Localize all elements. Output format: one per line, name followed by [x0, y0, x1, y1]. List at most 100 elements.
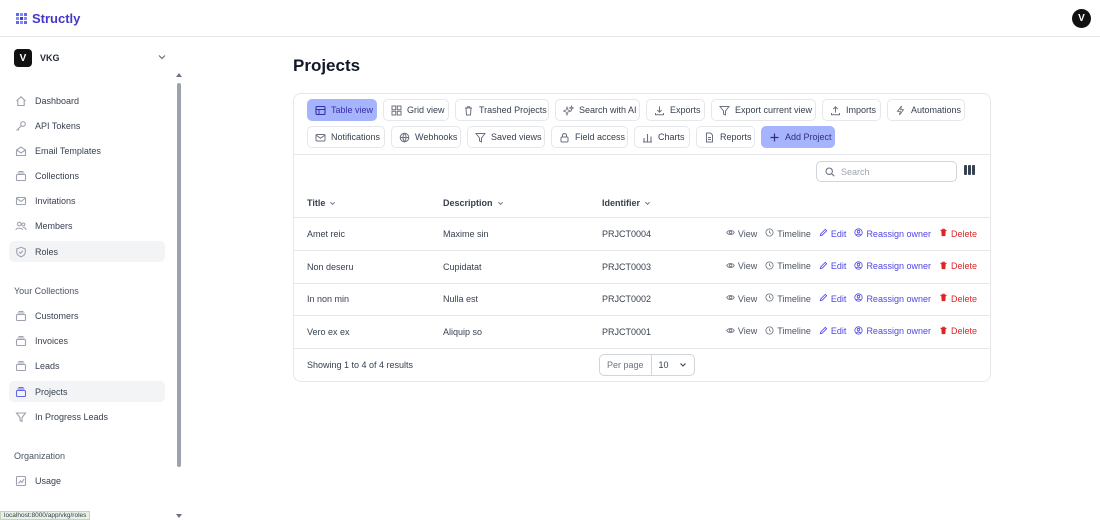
timeline-action[interactable]: Timeline — [765, 261, 811, 272]
reassign-owner-action[interactable]: Reassign owner — [854, 326, 931, 337]
sidebar-item-label: Invoices — [35, 335, 69, 346]
column-header-description[interactable]: Description — [443, 198, 504, 208]
reassign-owner-action[interactable]: Reassign owner — [854, 228, 931, 239]
team-avatar: V — [14, 49, 32, 67]
view-action[interactable]: View — [726, 326, 757, 337]
action-label: Timeline — [777, 293, 811, 304]
view-action[interactable]: View — [726, 261, 757, 272]
per-page-value-select[interactable]: 10 — [652, 355, 694, 375]
automations-button[interactable]: Automations — [887, 99, 965, 121]
edit-action[interactable]: Edit — [819, 261, 846, 272]
per-page-value: 10 — [658, 360, 669, 370]
button-label: Add Project — [785, 132, 832, 142]
search-box[interactable] — [816, 161, 957, 182]
cell-identifier: PRJCT0003 — [602, 261, 652, 272]
sidebar-item-api-tokens[interactable]: API Tokens — [9, 115, 165, 136]
field-access-button[interactable]: Field access — [551, 126, 628, 148]
timeline-action[interactable]: Timeline — [765, 228, 811, 239]
scroll-thumb[interactable] — [177, 83, 181, 467]
scroll-up-arrow[interactable] — [176, 73, 182, 77]
bar-chart-icon — [643, 133, 652, 143]
grid-view-button[interactable]: Grid view — [383, 99, 449, 121]
column-header-title[interactable]: Title — [307, 198, 336, 208]
search-with-ai-button[interactable]: Search with AI — [555, 99, 640, 121]
timeline-action[interactable]: Timeline — [765, 293, 811, 304]
eye-icon — [726, 228, 735, 239]
per-page-label: Per page — [600, 355, 652, 375]
button-label: Trashed Projects — [479, 105, 547, 115]
sidebar-item-label: API Tokens — [35, 120, 81, 131]
imports-button[interactable]: Imports — [822, 99, 881, 121]
sidebar-item-email-templates[interactable]: Email Templates — [9, 140, 165, 161]
sidebar-item-roles[interactable]: Roles — [9, 241, 165, 262]
sidebar-item-leads[interactable]: Leads — [9, 355, 165, 376]
collection-icon — [15, 386, 27, 398]
sidebar-item-projects[interactable]: Projects — [9, 381, 165, 402]
sidebar-item-label: Invitations — [35, 195, 76, 206]
webhooks-button[interactable]: Webhooks — [391, 126, 461, 148]
view-action[interactable]: View — [726, 228, 757, 239]
app-logo[interactable]: Structly — [16, 11, 80, 26]
view-action[interactable]: View — [726, 293, 757, 304]
edit-action[interactable]: Edit — [819, 228, 846, 239]
notifications-button[interactable]: Notifications — [307, 126, 385, 148]
clock-icon — [765, 228, 774, 239]
add-project-button[interactable]: Add Project — [761, 126, 835, 148]
sidebar-item-collections[interactable]: Collections — [9, 165, 165, 186]
sidebar-scrollbar[interactable] — [176, 37, 182, 520]
sidebar-item-usage[interactable]: Usage — [9, 470, 165, 491]
saved-views-button[interactable]: Saved views — [467, 126, 545, 148]
reassign-owner-action[interactable]: Reassign owner — [854, 293, 931, 304]
eye-icon — [726, 293, 735, 304]
action-label: View — [737, 228, 758, 239]
exports-button[interactable]: Exports — [646, 99, 705, 121]
button-label: Saved views — [491, 132, 542, 142]
reassign-owner-action[interactable]: Reassign owner — [854, 260, 931, 272]
action-label: Delete — [950, 228, 977, 239]
sidebar-item-label: Email Templates — [35, 145, 101, 156]
delete-action[interactable]: Delete — [939, 326, 977, 337]
button-label: Grid view — [407, 105, 445, 115]
toolbar-divider — [294, 154, 990, 155]
action-label: Reassign owner — [866, 293, 931, 304]
action-label: Reassign owner — [866, 326, 931, 337]
home-icon — [15, 95, 27, 107]
action-label: Timeline — [777, 228, 811, 239]
action-label: View — [737, 261, 758, 272]
table-header: Title Description Identifier — [294, 189, 990, 217]
timeline-action[interactable]: Timeline — [765, 326, 811, 337]
charts-button[interactable]: Charts — [634, 126, 690, 148]
sidebar-item-invoices[interactable]: Invoices — [9, 330, 165, 351]
user-avatar[interactable]: V — [1072, 9, 1091, 28]
delete-action[interactable]: Delete — [939, 261, 977, 272]
per-page-select[interactable]: Per page 10 — [599, 354, 695, 376]
scroll-down-arrow[interactable] — [176, 514, 182, 518]
trashed-projects-button[interactable]: Trashed Projects — [455, 99, 549, 121]
button-label: Automations — [911, 105, 962, 115]
search-icon — [825, 166, 835, 177]
trash-icon — [465, 105, 472, 115]
clock-icon — [765, 326, 774, 337]
sidebar-item-dashboard[interactable]: Dashboard — [9, 90, 165, 111]
user-circle-icon — [854, 260, 864, 272]
action-label: Delete — [950, 293, 977, 304]
column-header-identifier[interactable]: Identifier — [602, 198, 651, 208]
sparkles-icon — [563, 104, 574, 116]
edit-action[interactable]: Edit — [819, 293, 846, 304]
sidebar-item-invitations[interactable]: Invitations — [9, 190, 165, 211]
search-input[interactable] — [841, 166, 941, 177]
sidebar-item-in-progress-leads[interactable]: In Progress Leads — [9, 406, 165, 427]
column-toggle-icon[interactable] — [964, 165, 976, 177]
globe-icon — [399, 132, 410, 143]
export-current-view-button[interactable]: Export current view — [711, 99, 816, 121]
delete-action[interactable]: Delete — [939, 293, 977, 304]
table-view-button[interactable]: Table view — [307, 99, 377, 121]
cell-title: Vero ex ex — [307, 326, 350, 337]
delete-action[interactable]: Delete — [939, 228, 977, 239]
team-switcher[interactable]: V VKG — [14, 49, 170, 67]
edit-action[interactable]: Edit — [819, 326, 846, 337]
sidebar-item-members[interactable]: Members — [9, 215, 165, 236]
sidebar-item-customers[interactable]: Customers — [9, 305, 165, 326]
button-label: Exports — [670, 105, 701, 115]
reports-button[interactable]: Reports — [696, 126, 755, 148]
